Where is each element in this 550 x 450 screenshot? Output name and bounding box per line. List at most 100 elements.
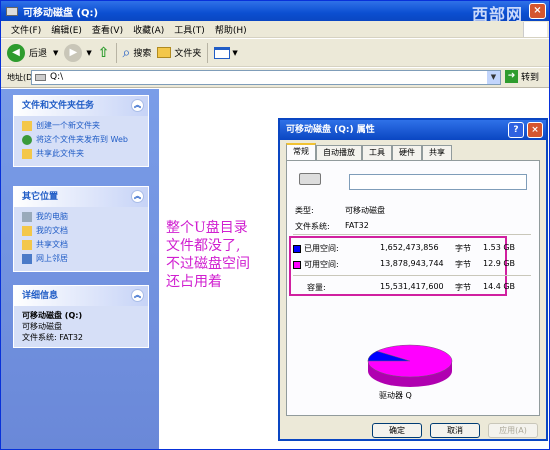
chevron-down-icon[interactable]: ▼ [53,49,58,57]
task-share-folder[interactable]: 共享此文件夹 [22,148,140,160]
task-label: 共享此文件夹 [36,149,84,158]
annotation-line: 整个U盘目录 [166,220,248,236]
place-network[interactable]: 网上邻居 [22,253,140,265]
place-my-documents[interactable]: 我的文档 [22,225,140,237]
used-gb: 1.53 GB [483,243,516,252]
place-shared-documents[interactable]: 共享文档 [22,239,140,251]
place-label: 我的电脑 [36,212,68,221]
task-pane: 文件和文件夹任务 ︽ 创建一个新文件夹 将这个文件夹发布到 Web 共享此文件夹… [1,89,159,449]
address-input[interactable]: Q:\ ▼ [31,70,501,85]
dialog-title-bar: 可移动磁盘 (Q:) 属性 ? × [280,120,546,140]
network-icon [22,254,32,264]
details-type: 可移动磁盘 [22,322,62,331]
apply-button[interactable]: 应用(A) [488,423,538,438]
watermark-logo: 西部网 [471,5,523,24]
used-color-swatch [293,244,301,253]
tab-hardware[interactable]: 硬件 [392,145,422,160]
folder-up-icon: ⇧ [97,44,110,61]
tab-tools[interactable]: 工具 [362,145,392,160]
type-row: 类型: 可移动磁盘 [295,205,385,216]
dialog-tabs: 常规 自动播放 工具 硬件 共享 [286,143,452,160]
search-button[interactable]: ⌕ 搜索 [123,45,152,61]
used-bytes: 1,652,473,856 [380,243,439,252]
general-tab-page: 类型: 可移动磁盘 文件系统: FAT32 已用空间: 1,652,473,856 字… [286,160,540,416]
task-label: 将这个文件夹发布到 Web [36,135,128,144]
back-button[interactable]: ◀ 后退 ▼ [7,43,58,62]
share-folder-icon [22,149,32,159]
details-name: 可移动磁盘 (Q:) [22,311,83,320]
tasks-panel: 文件和文件夹任务 ︽ 创建一个新文件夹 将这个文件夹发布到 Web 共享此文件夹 [13,95,149,167]
type-value: 可移动磁盘 [345,206,385,215]
shared-folder-icon [22,240,32,250]
tab-general[interactable]: 常规 [286,143,316,160]
chevron-down-icon[interactable]: ▼ [487,71,500,84]
views-button[interactable]: ▼ [214,46,238,59]
filesystem-label: 文件系统: [295,222,330,231]
annotation-line: 文件都没了, [166,238,241,254]
drive-icon [299,173,321,185]
menu-help[interactable]: 帮助(H) [215,23,247,36]
dialog-title: 可移动磁盘 (Q:) 属性 [286,125,375,135]
folder-icon [157,47,172,58]
details-filesystem: 文件系统: FAT32 [22,333,84,342]
forward-button[interactable]: ▶ ▼ [64,43,92,62]
go-arrow-icon: ➜ [505,70,518,83]
menu-bar: 文件(F) 编辑(E) 查看(V) 收藏(A) 工具(T) 帮助(H) [1,21,549,38]
capacity-label: 容量: [307,283,326,292]
disk-usage-pie [367,344,453,387]
task-label: 创建一个新文件夹 [36,121,100,130]
chevron-down-icon[interactable]: ▼ [86,49,91,57]
toolbar-separator [207,42,209,63]
menu-view[interactable]: 查看(V) [92,23,123,36]
cancel-button[interactable]: 取消 [430,423,480,438]
tab-sharing[interactable]: 共享 [422,145,452,160]
place-my-computer[interactable]: 我的电脑 [22,211,140,223]
dialog-close-button[interactable]: × [527,122,543,138]
address-bar: 地址(D) Q:\ ▼ ➜ 转到 [1,68,549,88]
search-label: 搜索 [133,49,152,59]
chevron-down-icon: ▼ [232,48,238,57]
place-label: 共享文档 [36,240,68,249]
filesystem-value: FAT32 [345,221,369,230]
menu-edit[interactable]: 编辑(E) [51,23,82,36]
tasks-panel-title: 文件和文件夹任务 [22,101,95,111]
title-bar: 可移动磁盘 (Q:) 西部网 × [1,1,549,24]
folders-label: 文件夹 [174,49,202,59]
search-icon: ⌕ [122,44,131,61]
go-button[interactable]: ➜ 转到 [505,70,539,83]
free-gb: 12.9 GB [483,259,516,268]
explorer-window: 可移动磁盘 (Q:) 西部网 × 文件(F) 编辑(E) 查看(V) 收藏(A)… [0,0,550,450]
free-bytes: 13,878,943,744 [380,259,444,268]
forward-arrow-icon: ▶ [64,43,83,62]
annotation-text: 整个U盘目录 文件都没了, 不过磁盘空间 还占用着 [166,219,250,291]
menu-favorites[interactable]: 收藏(A) [133,23,164,36]
ok-button[interactable]: 确定 [372,423,422,438]
details-panel: 详细信息 ︽ 可移动磁盘 (Q:) 可移动磁盘 文件系统: FAT32 [13,285,149,348]
task-new-folder[interactable]: 创建一个新文件夹 [22,120,140,132]
up-button[interactable]: ⇧ [98,45,110,61]
globe-icon [22,135,32,145]
collapse-icon[interactable]: ︽ [131,289,144,302]
views-icon [214,46,231,59]
dialog-buttons: 确定 取消 应用(A) [280,421,546,441]
collapse-icon[interactable]: ︽ [131,190,144,203]
documents-folder-icon [22,226,32,236]
help-button[interactable]: ? [508,122,524,138]
details-panel-header[interactable]: 详细信息 ︽ [14,286,148,306]
place-label: 我的文档 [36,226,68,235]
menu-tools[interactable]: 工具(T) [174,23,205,36]
free-unit: 字节 [455,260,471,269]
tab-autoplay[interactable]: 自动播放 [316,145,362,160]
collapse-icon[interactable]: ︽ [131,99,144,112]
used-unit: 字节 [455,244,471,253]
folders-button[interactable]: 文件夹 [157,46,201,59]
menu-file[interactable]: 文件(F) [11,23,41,36]
new-folder-icon [22,121,32,131]
close-button[interactable]: × [529,3,546,19]
capacity-unit: 字节 [455,283,471,292]
tasks-panel-header[interactable]: 文件和文件夹任务 ︽ [14,96,148,116]
places-panel-header[interactable]: 其它位置 ︽ [14,187,148,207]
free-space-row: 可用空间: 13,878,943,744 字节 12.9 GB [293,259,516,270]
task-publish-web[interactable]: 将这个文件夹发布到 Web [22,134,140,146]
volume-label-input[interactable] [349,174,527,190]
